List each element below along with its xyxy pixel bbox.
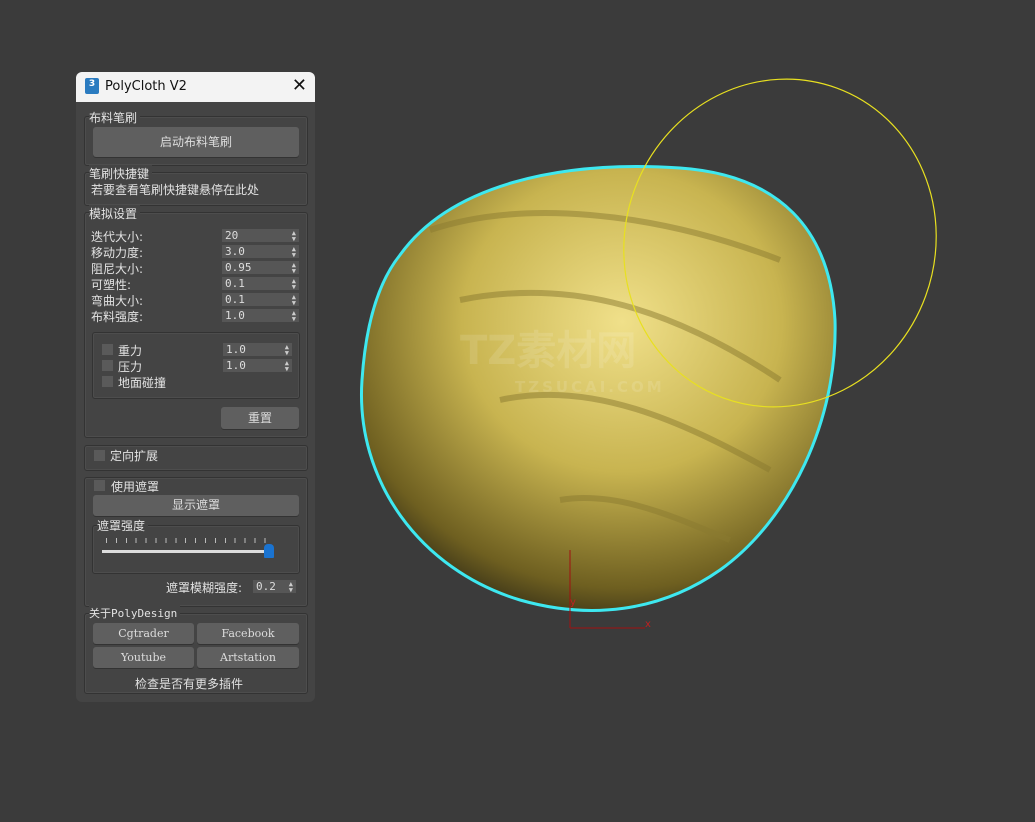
facebook-button[interactable]: Facebook bbox=[197, 623, 299, 644]
param-value: 3.0 bbox=[225, 245, 245, 258]
param-spinner[interactable]: 0.95 ▲ ▼ bbox=[222, 261, 299, 275]
show-mask-button[interactable]: 显示遮罩 bbox=[93, 495, 299, 516]
param-label: 弯曲大小: bbox=[91, 294, 144, 308]
watermark: TZ素材网 bbox=[460, 328, 637, 374]
use-mask-checkbox[interactable] bbox=[94, 480, 105, 491]
param-value: 0.95 bbox=[225, 261, 252, 274]
mask-blur-spinner[interactable]: 0.2 ▲ ▼ bbox=[253, 580, 296, 594]
spinner-arrows-icon[interactable]: ▲ ▼ bbox=[292, 262, 296, 275]
mask-strength-title: 遮罩强度 bbox=[97, 517, 149, 534]
axis-x-label: x bbox=[645, 619, 651, 630]
check-more-plugins-link[interactable]: 检查是否有更多插件 bbox=[131, 675, 248, 692]
param-spinner[interactable]: 1.0 ▲ ▼ bbox=[222, 309, 299, 323]
spinner-arrows-icon[interactable]: ▲ ▼ bbox=[292, 310, 296, 323]
spinner-arrows-icon[interactable]: ▲ ▼ bbox=[292, 294, 296, 307]
cloth-brush-title: 布料笔刷 bbox=[89, 109, 141, 126]
spinner-arrows-icon[interactable]: ▲ ▼ bbox=[289, 581, 293, 594]
pressure-checkbox[interactable] bbox=[102, 360, 113, 371]
mask-blur-value: 0.2 bbox=[256, 580, 276, 593]
artstation-button[interactable]: Artstation bbox=[197, 647, 299, 668]
param-label: 阻尼大小: bbox=[91, 262, 144, 276]
directional-expand-checkbox[interactable] bbox=[94, 450, 105, 461]
param-spinner[interactable]: 3.0 ▲ ▼ bbox=[222, 245, 299, 259]
param-spinner[interactable]: 0.1 ▲ ▼ bbox=[222, 277, 299, 291]
spinner-arrows-icon[interactable]: ▲ ▼ bbox=[292, 246, 296, 259]
title-bar[interactable]: 3 PolyCloth V2 ✕ bbox=[76, 72, 315, 102]
window-title: PolyCloth V2 bbox=[105, 79, 187, 94]
param-value: 1.0 bbox=[225, 309, 245, 322]
use-mask-label: 使用遮罩 bbox=[111, 480, 160, 494]
mask-strength-slider-thumb[interactable] bbox=[263, 544, 274, 558]
param-value: 0.1 bbox=[225, 277, 245, 290]
about-title: 关于PolyDesign bbox=[89, 605, 181, 621]
param-label: 布料强度: bbox=[91, 310, 144, 324]
param-spinner[interactable]: 20 ▲ ▼ bbox=[222, 229, 299, 243]
mask-strength-slider[interactable] bbox=[102, 550, 274, 553]
param-label: 移动力度: bbox=[91, 246, 144, 260]
pressure-spinner[interactable]: 1.0 ▲ ▼ bbox=[223, 359, 292, 373]
reset-button[interactable]: 重置 bbox=[221, 407, 299, 429]
pressure-value: 1.0 bbox=[226, 359, 246, 372]
slider-ticks bbox=[106, 538, 274, 543]
param-value: 0.1 bbox=[225, 293, 245, 306]
app-logo-icon: 3 bbox=[85, 78, 99, 94]
shortcuts-hover-text[interactable]: 若要查看笔刷快捷键悬停在此处 bbox=[91, 181, 259, 198]
param-label: 可塑性: bbox=[91, 278, 132, 292]
param-value: 20 bbox=[225, 229, 239, 242]
gravity-spinner[interactable]: 1.0 ▲ ▼ bbox=[223, 343, 292, 357]
ground-collision-checkbox[interactable] bbox=[102, 376, 113, 387]
spinner-arrows-icon[interactable]: ▲ ▼ bbox=[285, 344, 289, 357]
watermark-url: TZSUCAI.COM bbox=[515, 378, 665, 396]
directional-expand-label: 定向扩展 bbox=[110, 449, 159, 463]
simulation-title: 模拟设置 bbox=[89, 205, 141, 222]
spinner-arrows-icon[interactable]: ▲ ▼ bbox=[285, 360, 289, 373]
ground-collision-label: 地面碰撞 bbox=[118, 376, 167, 390]
param-label: 迭代大小: bbox=[91, 230, 144, 244]
spinner-arrows-icon[interactable]: ▲ ▼ bbox=[292, 230, 296, 243]
cgtrader-button[interactable]: Cgtrader bbox=[93, 623, 194, 644]
close-button[interactable]: ✕ bbox=[292, 75, 307, 96]
spinner-arrows-icon[interactable]: ▲ ▼ bbox=[292, 278, 296, 291]
gravity-label: 重力 bbox=[118, 344, 143, 358]
pressure-label: 压力 bbox=[118, 360, 143, 374]
shortcuts-title: 笔刷快捷键 bbox=[89, 165, 153, 182]
axis-y-label: y bbox=[570, 597, 576, 608]
gravity-value: 1.0 bbox=[226, 343, 246, 356]
start-cloth-brush-button[interactable]: 启动布料笔刷 bbox=[93, 127, 299, 157]
youtube-button[interactable]: Youtube bbox=[93, 647, 194, 668]
mask-blur-label: 遮罩模糊强度: bbox=[166, 581, 243, 595]
param-spinner[interactable]: 0.1 ▲ ▼ bbox=[222, 293, 299, 307]
gravity-checkbox[interactable] bbox=[102, 344, 113, 355]
polycloth-panel: 3 PolyCloth V2 ✕ 布料笔刷 启动布料笔刷 笔刷快捷键 若要查看笔… bbox=[76, 72, 315, 702]
